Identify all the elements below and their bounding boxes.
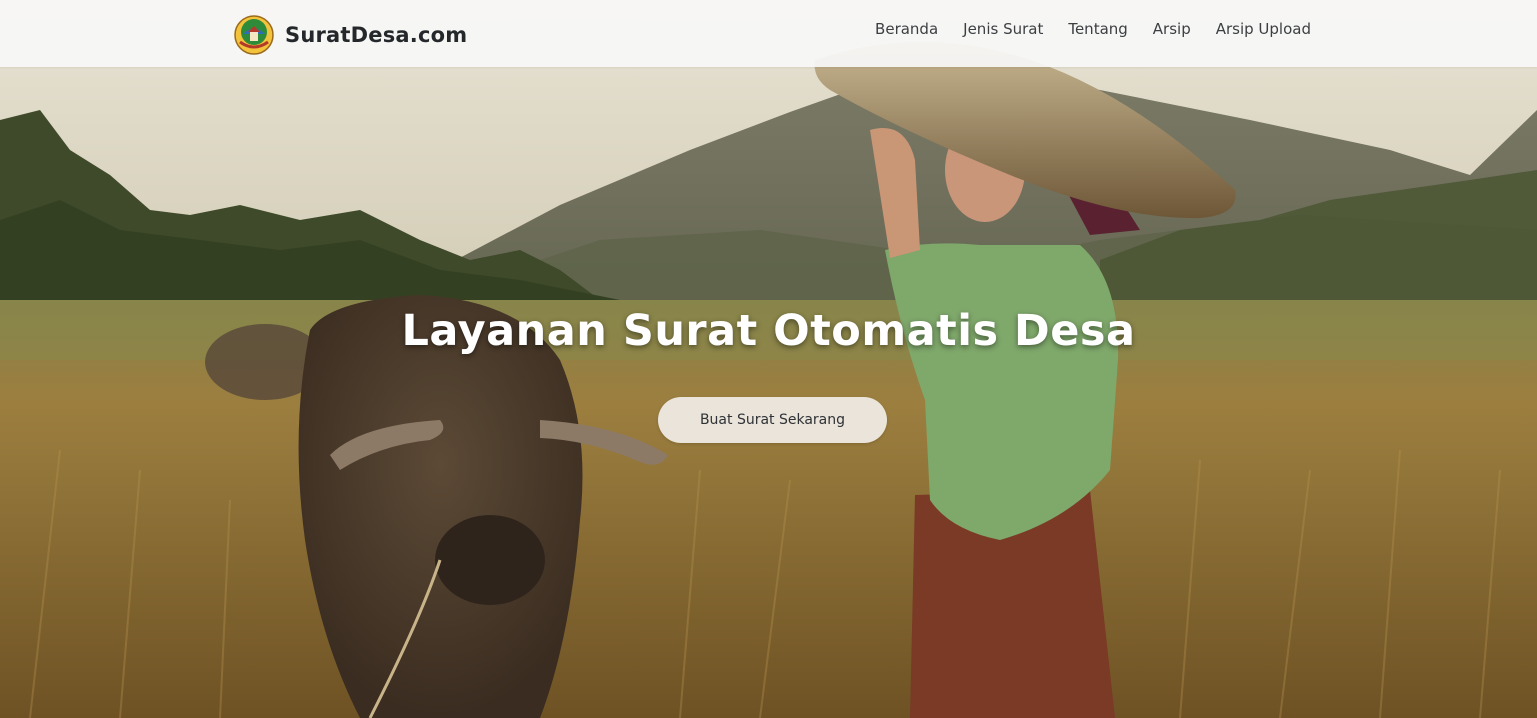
landing-page: SuratDesa.com Beranda Jenis Surat Tentan… — [0, 0, 1537, 718]
nav-item-beranda[interactable]: Beranda — [875, 20, 938, 38]
nav-item-arsip-upload[interactable]: Arsip Upload — [1216, 20, 1311, 38]
nav-item-tentang[interactable]: Tentang — [1068, 20, 1127, 38]
nav-item-jenis-surat[interactable]: Jenis Surat — [963, 20, 1043, 38]
brand-home-link[interactable]: SuratDesa.com — [234, 14, 467, 56]
top-navbar: SuratDesa.com Beranda Jenis Surat Tentan… — [0, 0, 1537, 67]
nav-menu: Beranda Jenis Surat Tentang Arsip Arsip … — [875, 20, 1311, 38]
create-letter-button[interactable]: Buat Surat Sekarang — [658, 397, 887, 443]
brand-name: SuratDesa.com — [285, 23, 468, 47]
hero-background-image — [0, 0, 1537, 718]
village-emblem-icon — [234, 15, 274, 55]
nav-item-arsip[interactable]: Arsip — [1153, 20, 1191, 38]
hero-title: Layanan Surat Otomatis Desa — [401, 306, 1136, 356]
